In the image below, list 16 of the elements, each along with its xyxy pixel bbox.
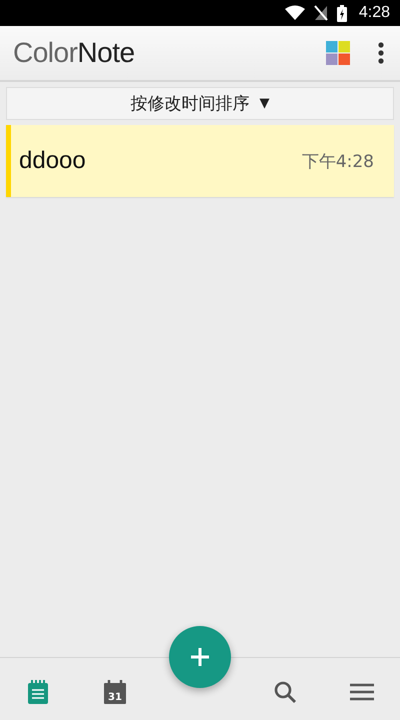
- notes-tab[interactable]: [26, 678, 50, 706]
- add-button[interactable]: [169, 626, 231, 688]
- sort-button[interactable]: 按修改时间排序 ▼: [6, 87, 394, 120]
- signal-icon: [314, 5, 328, 21]
- menu-tab[interactable]: [348, 681, 376, 703]
- note-item[interactable]: ddooo 下午4:28: [6, 125, 394, 197]
- plus-icon: [190, 647, 210, 667]
- note-title: ddooo: [19, 147, 87, 175]
- app-logo: ColorNote: [13, 37, 135, 69]
- wifi-icon: [284, 5, 305, 21]
- search-tab[interactable]: [272, 679, 298, 705]
- note-time: 下午4:28: [302, 150, 374, 172]
- status-time: 4:28: [358, 4, 390, 22]
- more-icon[interactable]: [378, 42, 384, 64]
- color-grid-icon[interactable]: [326, 41, 350, 65]
- battery-icon: [336, 4, 347, 22]
